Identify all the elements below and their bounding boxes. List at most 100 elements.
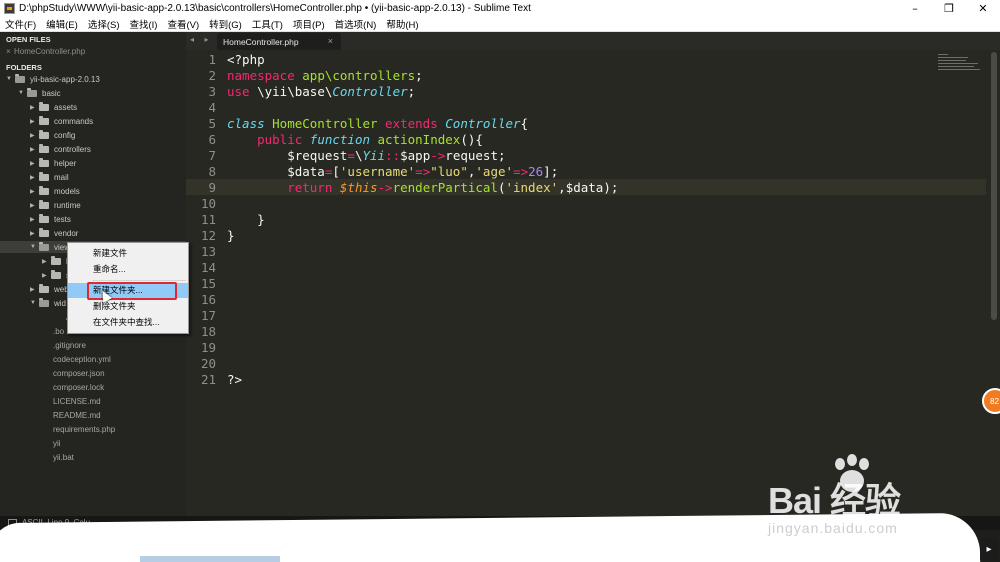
- vertical-scrollbar[interactable]: [991, 52, 997, 320]
- tree-file[interactable]: .bo: [53, 325, 64, 337]
- line-number: 8: [208, 164, 216, 179]
- tree-folder[interactable]: ▶s: [42, 269, 70, 281]
- tree-root[interactable]: ▼ yii-basic-app-2.0.13: [6, 73, 100, 85]
- code-line[interactable]: public function actionIndex(){: [227, 132, 483, 148]
- minimap[interactable]: [938, 54, 982, 80]
- menu-selection[interactable]: 选择(S): [83, 17, 125, 31]
- tree-file[interactable]: composer.lock: [53, 381, 104, 393]
- tree-file[interactable]: yii: [53, 437, 61, 449]
- folder-icon: [39, 213, 49, 223]
- floating-badge[interactable]: 82: [982, 388, 1000, 414]
- menu-tools[interactable]: 工具(T): [247, 17, 288, 31]
- code-token: "luo": [430, 164, 468, 179]
- title-bar: D:\phpStudy\WWW\yii-basic-app-2.0.13\bas…: [0, 0, 1000, 17]
- tree-file[interactable]: requirements.php: [53, 423, 115, 435]
- open-file-item[interactable]: × HomeController.php: [6, 45, 85, 57]
- menu-project[interactable]: 项目(P): [288, 17, 330, 31]
- tree-folder[interactable]: ▶ tests: [30, 213, 71, 225]
- tree-folder[interactable]: ▶ models: [30, 185, 80, 197]
- tree-folder[interactable]: ▶ helper: [30, 157, 76, 169]
- code-token: ;: [407, 84, 416, 99]
- collapse-arrow-icon: ▶: [30, 202, 35, 209]
- folder-icon: [39, 199, 49, 209]
- tree-folder-label: wid: [54, 298, 67, 308]
- ctx-rename[interactable]: 重命名...: [68, 262, 188, 277]
- tree-folder-label: basic: [42, 88, 61, 98]
- tree-file[interactable]: .gitignore: [53, 339, 86, 351]
- code-line[interactable]: <?php: [227, 52, 265, 68]
- code-token: app\controllers: [302, 68, 416, 83]
- watermark-url: jingyan.baidu.com: [768, 520, 898, 536]
- collapse-arrow-icon: ▶: [30, 286, 35, 293]
- tree-folder-label: runtime: [54, 200, 81, 210]
- code-token: =>: [513, 164, 529, 179]
- line-number: 6: [208, 132, 216, 147]
- menu-help[interactable]: 帮助(H): [381, 17, 423, 31]
- folder-icon: [39, 171, 49, 181]
- menu-find[interactable]: 查找(I): [124, 17, 162, 31]
- tab-close-icon[interactable]: ×: [328, 36, 333, 46]
- tree-file[interactable]: codeception.yml: [53, 353, 111, 365]
- menu-view[interactable]: 查看(V): [162, 17, 204, 31]
- menu-file[interactable]: 文件(F): [0, 17, 41, 31]
- close-button[interactable]: ✕: [966, 0, 1000, 17]
- open-file-label: HomeController.php: [14, 46, 86, 56]
- code-line[interactable]: }: [227, 212, 265, 228]
- tree-folder-label: assets: [54, 102, 78, 112]
- folder-open-icon: [39, 297, 49, 307]
- collapse-arrow-icon: ▶: [30, 104, 35, 111]
- tree-folder[interactable]: ▶ vendor: [30, 227, 78, 239]
- line-number: 4: [208, 100, 216, 115]
- tree-folder[interactable]: ▶ controllers: [30, 143, 91, 155]
- code-line[interactable]: namespace app\controllers;: [227, 68, 423, 84]
- tree-folder-label: controllers: [54, 144, 91, 154]
- tree-folder-widgets[interactable]: ▼ wid: [30, 297, 66, 309]
- code-editor[interactable]: 1 2 3 4 5 6 7 8 9 10 11 12 13 14 15 16 17 18 19 20 21 <?php n…: [186, 50, 1000, 516]
- line-number: 11: [200, 212, 216, 227]
- ctx-find-in-folder[interactable]: 在文件夹中查找...: [68, 315, 188, 330]
- code-line[interactable]: class HomeController extends Controller{: [227, 116, 528, 132]
- line-number: 12: [200, 228, 216, 243]
- code-line[interactable]: ?>: [227, 372, 242, 388]
- code-line[interactable]: $data=['username'=>"luo",'age'=>26];: [227, 164, 558, 180]
- code-line[interactable]: }: [227, 228, 235, 244]
- collapse-arrow-icon: ▶: [30, 230, 35, 237]
- tree-folder[interactable]: ▶ config: [30, 129, 75, 141]
- code-token: <?php: [227, 52, 265, 67]
- tree-folder[interactable]: ▶ mail: [30, 171, 69, 183]
- tree-folder[interactable]: ▶ assets: [30, 101, 77, 113]
- menu-edit[interactable]: 编辑(E): [41, 17, 83, 31]
- tree-folder-basic[interactable]: ▼ basic: [18, 87, 61, 99]
- expand-arrow-icon: ▼: [6, 76, 12, 82]
- ctx-delete-folder[interactable]: 删除文件夹: [68, 299, 188, 314]
- tree-file[interactable]: composer.json: [53, 367, 105, 379]
- code-token: =: [347, 148, 355, 163]
- tree-folder-web[interactable]: ▶ web: [30, 283, 69, 295]
- folder-icon: [39, 227, 49, 237]
- tree-file[interactable]: README.md: [53, 409, 101, 421]
- menu-goto[interactable]: 转到(G): [204, 17, 247, 31]
- code-token: 'age': [475, 164, 514, 179]
- close-file-icon[interactable]: ×: [6, 47, 14, 56]
- tree-file[interactable]: LICENSE.md: [53, 395, 101, 407]
- minimap-line: [938, 54, 948, 55]
- code-token: use: [227, 84, 258, 99]
- line-number: 3: [208, 84, 216, 99]
- corner-arrow-icon[interactable]: ▸: [980, 538, 998, 560]
- ctx-new-file[interactable]: 新建文件: [68, 246, 188, 261]
- minimize-button[interactable]: –: [898, 0, 932, 17]
- code-token: namespace: [227, 68, 303, 83]
- code-line[interactable]: use \yii\base\Controller;: [227, 84, 415, 100]
- code-line[interactable]: return $this->renderPartical('index',$da…: [227, 180, 618, 196]
- tab-nav-arrows[interactable]: ◂ ▸: [190, 35, 213, 44]
- menu-preferences[interactable]: 首选项(N): [330, 17, 382, 31]
- tree-file[interactable]: yii.bat: [53, 451, 74, 463]
- code-line[interactable]: $request=\Yii::$app->request;: [227, 148, 505, 164]
- folder-icon: [39, 101, 49, 111]
- tree-folder[interactable]: ▶ runtime: [30, 199, 81, 211]
- maximize-button[interactable]: ❐: [932, 0, 966, 17]
- window-controls: – ❐ ✕: [898, 0, 1000, 17]
- tree-folder[interactable]: ▶ commands: [30, 115, 93, 127]
- tree-folder-label: config: [54, 130, 76, 140]
- tab-homecontroller[interactable]: HomeController.php ×: [217, 33, 341, 50]
